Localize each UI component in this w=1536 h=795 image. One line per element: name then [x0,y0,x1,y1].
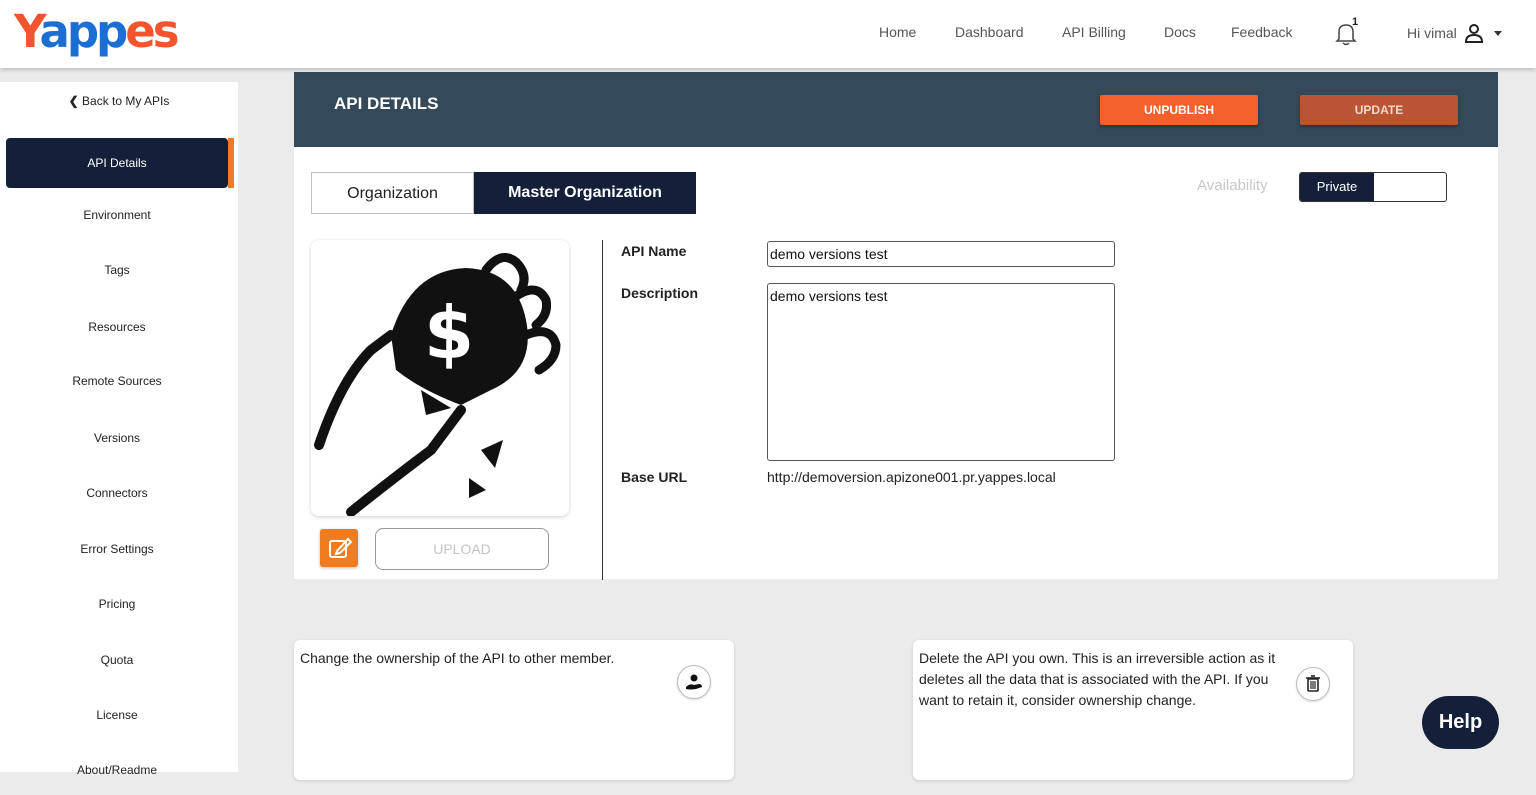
api-name-label: API Name [621,243,687,259]
description-textarea[interactable]: demo versions test [767,283,1115,461]
sidebar-item-tags[interactable]: Tags [6,245,228,295]
description-label: Description [621,285,699,301]
logo-letter: Y [14,5,43,58]
sidebar-item-about-readme[interactable]: About/Readme [6,745,228,795]
sidebar: ❮ Back to My APIs API Details Environmen… [0,82,238,777]
logo-letter: es [125,5,179,58]
availability-option-private[interactable]: Private [1300,173,1374,201]
api-details-panel: Organization Master Organization Availab… [294,147,1498,580]
logo-letter: a [39,5,69,58]
sidebar-item-api-details[interactable]: API Details [6,138,234,188]
sidebar-item-license[interactable]: License [6,690,228,740]
form-divider [602,240,603,580]
sidebar-item-environment[interactable]: Environment [6,190,228,240]
sidebar-item-remote-sources[interactable]: Remote Sources [6,356,228,406]
svg-text:$: $ [424,291,474,375]
notification-count: 1 [1352,16,1359,28]
nav-docs[interactable]: Docs [1164,24,1196,40]
base-url-value: http://demoversion.apizone001.pr.yappes.… [767,469,1056,485]
api-details-header: API DETAILS UNPUBLISH UPDATE [294,72,1498,147]
nav-api-billing[interactable]: API Billing [1062,24,1126,40]
hand-user-icon [686,674,702,690]
update-button[interactable]: UPDATE [1300,95,1458,125]
sidebar-item-error-settings[interactable]: Error Settings [6,524,228,574]
hand-with-coin-icon: $ [314,253,561,516]
tab-organization[interactable]: Organization [311,172,474,214]
help-button[interactable]: Help [1422,696,1499,749]
yappes-logo[interactable]: Yappes [14,2,180,62]
sidebar-item-quota[interactable]: Quota [6,635,228,685]
sidebar-item-versions[interactable]: Versions [6,413,228,463]
nav-dashboard[interactable]: Dashboard [955,24,1024,40]
edit-icon [329,537,353,558]
top-navbar: Yappes Home Dashboard API Billing Docs F… [0,0,1536,68]
sidebar-item-resources[interactable]: Resources [6,302,228,352]
nav-feedback[interactable]: Feedback [1231,24,1292,40]
user-icon[interactable] [1464,23,1484,43]
tab-master-organization[interactable]: Master Organization [474,172,696,214]
unpublish-button[interactable]: UNPUBLISH [1100,95,1258,125]
api-name-input[interactable] [767,241,1115,267]
base-url-label: Base URL [621,469,688,485]
back-link-label: Back to My APIs [82,94,170,108]
change-ownership-text: Change the ownership of the API to other… [300,650,615,666]
change-ownership-card: Change the ownership of the API to other… [294,640,734,780]
chevron-down-icon[interactable] [1494,31,1502,36]
chevron-left-icon: ❮ [68,94,79,108]
availability-label: Availability [1197,177,1268,194]
upload-button[interactable]: UPLOAD [375,528,549,570]
availability-toggle[interactable]: Private [1299,172,1447,202]
back-to-my-apis-link[interactable]: ❮ Back to My APIs [0,94,238,108]
delete-api-text: Delete the API you own. This is an irrev… [919,650,1276,708]
transfer-ownership-button[interactable] [677,665,711,699]
logo-letter: pp [66,5,128,58]
sidebar-item-pricing[interactable]: Pricing [6,579,228,629]
delete-api-button[interactable] [1296,667,1330,701]
api-image: $ [311,240,569,516]
user-greeting[interactable]: Hi vimal [1407,25,1457,41]
delete-api-card: Delete the API you own. This is an irrev… [913,640,1353,780]
edit-image-button[interactable] [320,529,358,567]
page-title: API DETAILS [334,94,439,113]
sidebar-item-connectors[interactable]: Connectors [6,468,228,518]
nav-home[interactable]: Home [879,24,916,40]
trash-icon [1306,675,1320,692]
